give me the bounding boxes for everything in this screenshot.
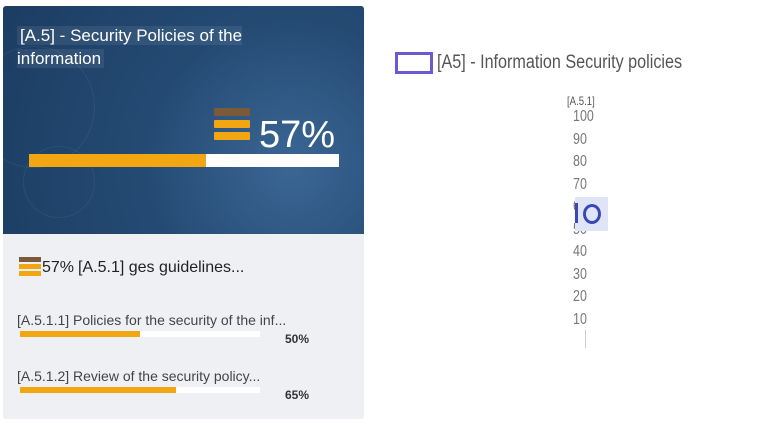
subsection-title: [A.5.1] ges guidelines... (78, 259, 245, 276)
list-item[interactable]: [A.5.1.2] Review of the security policy.… (17, 368, 357, 402)
y-tick-label: 70 (573, 175, 587, 193)
axis-line (585, 330, 586, 348)
item-percent: 65% (285, 388, 310, 402)
item-label: [A.5.1.1] Policies for the security of t… (17, 312, 287, 328)
card-progress-bar (29, 154, 339, 167)
item-percent: 50% (285, 332, 310, 346)
y-tick-label: 30 (573, 265, 587, 283)
legend-label[interactable]: [A5] - Information Security policies (437, 52, 682, 74)
item-progress-fill (20, 331, 140, 337)
item-progress-fill (20, 387, 176, 393)
list-item[interactable]: [A.5.1.1] Policies for the security of t… (17, 312, 357, 346)
subsection-percent: 57% (42, 259, 75, 276)
subsection-header[interactable]: 57% [A.5.1] ges guidelines... (19, 257, 244, 279)
stacked-bars-icon (214, 108, 250, 148)
card-progress-fill (29, 154, 206, 167)
card-title: [A.5] - Security Policies of the informa… (17, 24, 317, 70)
y-tick-label: 10 (573, 310, 587, 328)
item-label: [A.5.1.2] Review of the security policy.… (17, 368, 261, 384)
policy-card[interactable]: [A.5] - Security Policies of the informa… (3, 6, 364, 419)
item-progress-bar (20, 331, 260, 337)
item-progress-bar (20, 387, 260, 393)
legend-swatch[interactable] (395, 52, 433, 74)
y-tick-label: 40 (573, 243, 587, 260)
circle-icon (582, 204, 601, 224)
y-tick-label: 100 (573, 108, 594, 125)
data-point-marker[interactable] (575, 197, 608, 231)
card-title-text: [A.5] - Security Policies of the informa… (17, 26, 243, 68)
cursor-bar (575, 203, 578, 223)
y-axis-label: [A.5.1] (567, 94, 595, 108)
card-header: [A.5] - Security Policies of the informa… (3, 6, 364, 234)
y-tick-label: 80 (573, 153, 587, 170)
y-tick-label: 90 (573, 130, 587, 148)
y-tick-label: 20 (573, 288, 587, 305)
card-percent: 57% (259, 114, 336, 156)
stacked-bars-icon (19, 257, 41, 279)
